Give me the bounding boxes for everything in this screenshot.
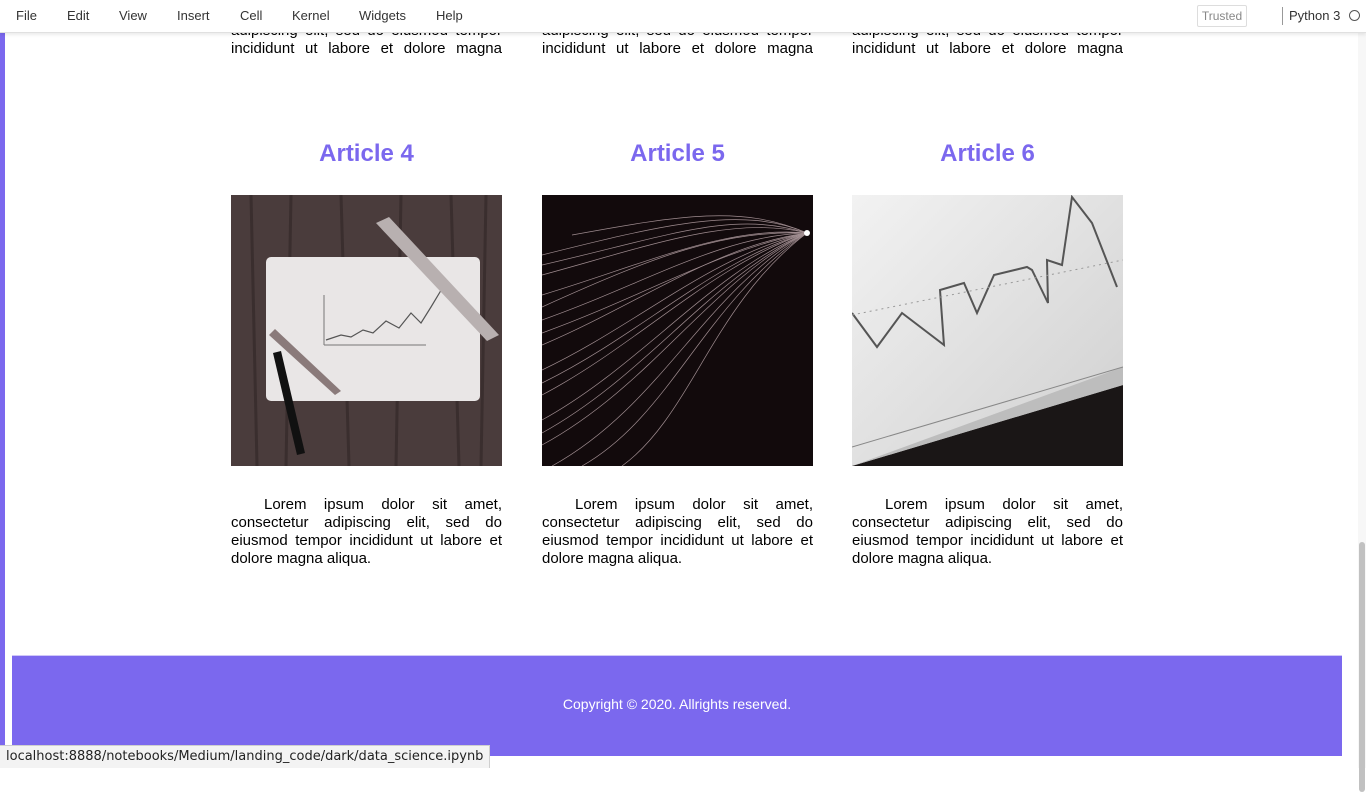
paper-chart-photo [231, 195, 502, 466]
light-trails-photo [542, 195, 813, 466]
page-footer: Copyright © 2020. Allrights reserved. [12, 655, 1342, 756]
article-6-text: Lorem ipsum dolor sit amet, consectetur … [852, 496, 1123, 567]
line-graph-photo [852, 195, 1123, 466]
kernel-name[interactable]: Python 3 [1289, 8, 1340, 23]
menu-widgets[interactable]: Widgets [359, 8, 406, 23]
menu-help[interactable]: Help [436, 8, 463, 23]
menu-file[interactable]: File [16, 8, 37, 23]
article-4-image [231, 195, 502, 466]
copyright-text: Copyright © 2020. Allrights reserved. [562, 696, 792, 712]
article-6-title: Article 6 [940, 140, 1035, 167]
menu-view[interactable]: View [119, 8, 147, 23]
kernel-idle-icon [1349, 10, 1360, 21]
menu-kernel[interactable]: Kernel [292, 8, 330, 23]
article-5-text: Lorem ipsum dolor sit amet, consectetur … [542, 496, 813, 567]
menu-insert[interactable]: Insert [177, 8, 210, 23]
trusted-indicator[interactable]: Trusted [1197, 5, 1247, 27]
article-6-image [852, 195, 1123, 466]
notebook-menubar: File Edit View Insert Cell Kernel Widget… [0, 0, 1366, 33]
kernel-separator [1282, 7, 1283, 25]
menu-edit[interactable]: Edit [67, 8, 89, 23]
article-4-title: Article 4 [319, 140, 414, 167]
menu-cell[interactable]: Cell [240, 8, 262, 23]
page-scrollbar[interactable] [1358, 32, 1366, 792]
cell-selection-bar [0, 32, 5, 768]
scrollbar-thumb[interactable] [1359, 542, 1365, 792]
article-4-text: Lorem ipsum dolor sit amet, consectetur … [231, 496, 502, 567]
article-5-image [542, 195, 813, 466]
link-status-url: localhost:8888/notebooks/Medium/landing_… [0, 745, 491, 768]
article-5-title: Article 5 [630, 140, 725, 167]
